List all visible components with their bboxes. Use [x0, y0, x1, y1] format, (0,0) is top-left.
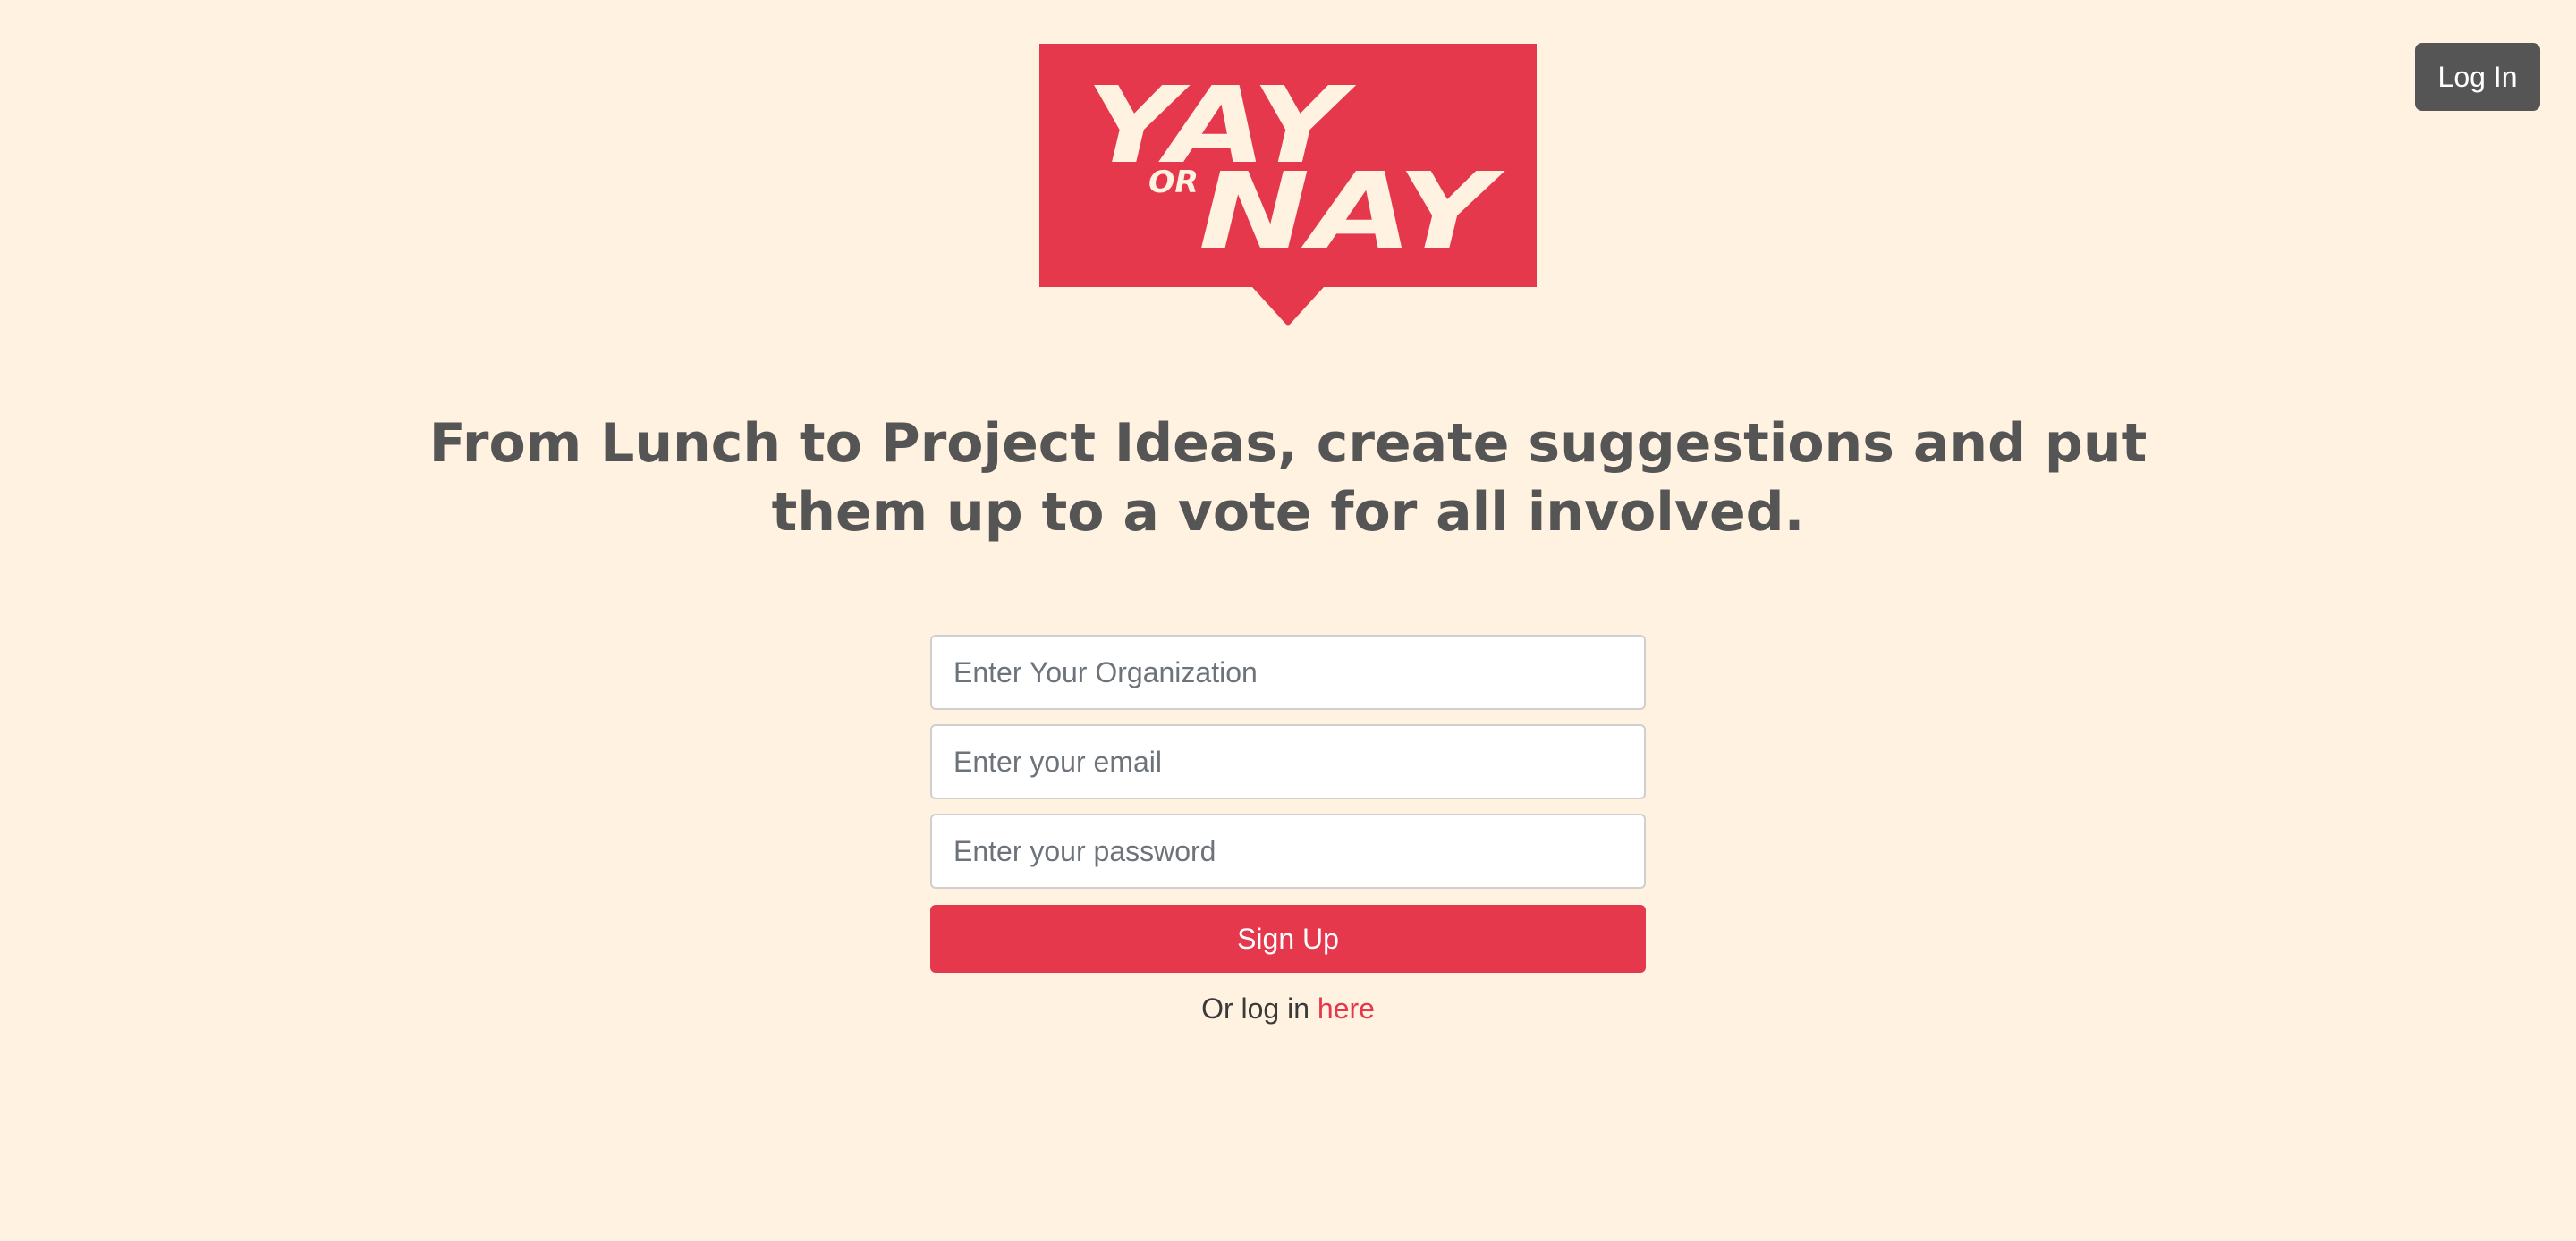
sign-up-button[interactable]: Sign Up	[930, 905, 1646, 973]
logo-speech-bubble: YAY OR NAY	[1039, 44, 1537, 326]
alt-login-text: Or log in here	[930, 992, 1646, 1026]
logo-text-or: OR	[1148, 165, 1199, 200]
email-input[interactable]	[930, 724, 1646, 799]
alt-login-prefix: Or log in	[1201, 992, 1309, 1025]
login-button[interactable]: Log In	[2415, 43, 2540, 111]
password-input[interactable]	[930, 814, 1646, 889]
logo-text-nay: NAY	[1199, 149, 1505, 273]
login-here-link[interactable]: here	[1318, 992, 1375, 1025]
hero-headline: From Lunch to Project Ideas, create sugg…	[428, 412, 2148, 544]
yay-or-nay-logo: YAY OR NAY	[1039, 44, 1537, 326]
signup-form: Sign Up Or log in here	[930, 635, 1646, 1026]
organization-input[interactable]	[930, 635, 1646, 710]
